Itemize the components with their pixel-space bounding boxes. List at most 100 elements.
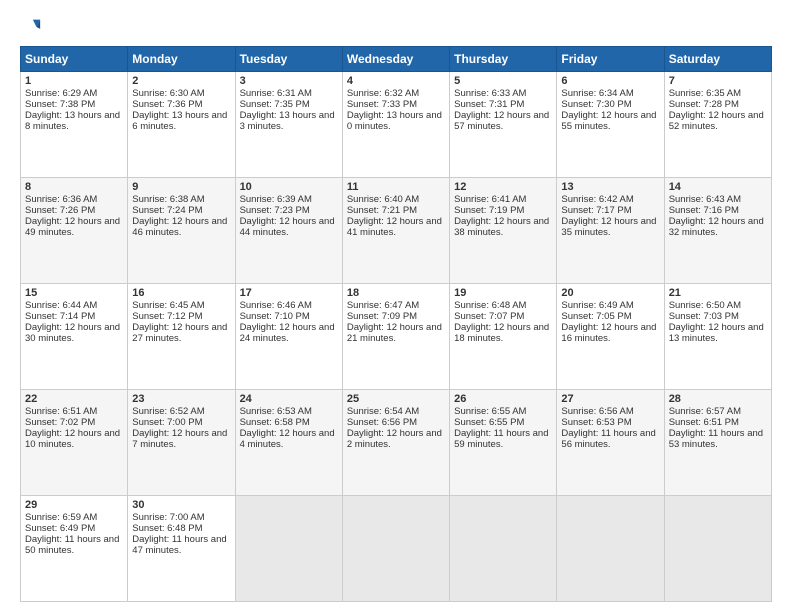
day-info: Sunset: 7:07 PM	[454, 311, 552, 322]
day-info: Daylight: 11 hours and 47 minutes.	[132, 534, 230, 556]
day-number: 14	[669, 181, 767, 193]
calendar-cell: 24Sunrise: 6:53 AMSunset: 6:58 PMDayligh…	[235, 390, 342, 496]
day-info: Sunrise: 6:38 AM	[132, 194, 230, 205]
day-number: 5	[454, 75, 552, 87]
day-info: Daylight: 12 hours and 16 minutes.	[561, 322, 659, 344]
calendar-cell: 28Sunrise: 6:57 AMSunset: 6:51 PMDayligh…	[664, 390, 771, 496]
day-info: Sunset: 7:17 PM	[561, 205, 659, 216]
day-info: Sunset: 7:03 PM	[669, 311, 767, 322]
day-info: Daylight: 11 hours and 56 minutes.	[561, 428, 659, 450]
day-info: Daylight: 12 hours and 41 minutes.	[347, 216, 445, 238]
day-info: Daylight: 12 hours and 46 minutes.	[132, 216, 230, 238]
day-info: Sunset: 7:36 PM	[132, 99, 230, 110]
calendar-cell: 7Sunrise: 6:35 AMSunset: 7:28 PMDaylight…	[664, 72, 771, 178]
day-info: Daylight: 12 hours and 21 minutes.	[347, 322, 445, 344]
day-info: Sunset: 7:10 PM	[240, 311, 338, 322]
calendar-week-row: 8Sunrise: 6:36 AMSunset: 7:26 PMDaylight…	[21, 178, 772, 284]
calendar-cell: 18Sunrise: 6:47 AMSunset: 7:09 PMDayligh…	[342, 284, 449, 390]
calendar-cell: 1Sunrise: 6:29 AMSunset: 7:38 PMDaylight…	[21, 72, 128, 178]
day-info: Sunrise: 7:00 AM	[132, 512, 230, 523]
day-info: Daylight: 12 hours and 13 minutes.	[669, 322, 767, 344]
day-info: Daylight: 13 hours and 6 minutes.	[132, 110, 230, 132]
day-info: Sunrise: 6:48 AM	[454, 300, 552, 311]
page: SundayMondayTuesdayWednesdayThursdayFrid…	[0, 0, 792, 612]
calendar-cell: 26Sunrise: 6:55 AMSunset: 6:55 PMDayligh…	[450, 390, 557, 496]
day-info: Daylight: 12 hours and 57 minutes.	[454, 110, 552, 132]
day-info: Sunset: 7:21 PM	[347, 205, 445, 216]
day-number: 29	[25, 499, 123, 511]
logo-icon	[20, 16, 42, 38]
day-number: 30	[132, 499, 230, 511]
calendar-cell: 15Sunrise: 6:44 AMSunset: 7:14 PMDayligh…	[21, 284, 128, 390]
calendar-table: SundayMondayTuesdayWednesdayThursdayFrid…	[20, 46, 772, 602]
day-number: 19	[454, 287, 552, 299]
day-info: Daylight: 11 hours and 53 minutes.	[669, 428, 767, 450]
day-header-thursday: Thursday	[450, 47, 557, 72]
day-info: Daylight: 12 hours and 32 minutes.	[669, 216, 767, 238]
day-number: 12	[454, 181, 552, 193]
day-info: Sunrise: 6:54 AM	[347, 406, 445, 417]
day-info: Sunrise: 6:55 AM	[454, 406, 552, 417]
calendar-cell: 23Sunrise: 6:52 AMSunset: 7:00 PMDayligh…	[128, 390, 235, 496]
logo	[20, 16, 44, 38]
day-info: Sunset: 6:53 PM	[561, 417, 659, 428]
calendar-body: 1Sunrise: 6:29 AMSunset: 7:38 PMDaylight…	[21, 72, 772, 602]
day-info: Daylight: 12 hours and 38 minutes.	[454, 216, 552, 238]
day-info: Sunrise: 6:46 AM	[240, 300, 338, 311]
day-number: 6	[561, 75, 659, 87]
day-info: Daylight: 13 hours and 0 minutes.	[347, 110, 445, 132]
day-info: Sunrise: 6:43 AM	[669, 194, 767, 205]
day-info: Sunrise: 6:32 AM	[347, 88, 445, 99]
day-info: Sunset: 7:19 PM	[454, 205, 552, 216]
day-info: Sunrise: 6:44 AM	[25, 300, 123, 311]
day-info: Daylight: 12 hours and 2 minutes.	[347, 428, 445, 450]
day-number: 10	[240, 181, 338, 193]
day-number: 11	[347, 181, 445, 193]
day-number: 26	[454, 393, 552, 405]
calendar-cell	[342, 496, 449, 602]
day-header-saturday: Saturday	[664, 47, 771, 72]
day-header-wednesday: Wednesday	[342, 47, 449, 72]
day-number: 1	[25, 75, 123, 87]
day-info: Sunrise: 6:31 AM	[240, 88, 338, 99]
day-info: Sunrise: 6:41 AM	[454, 194, 552, 205]
day-header-sunday: Sunday	[21, 47, 128, 72]
day-number: 28	[669, 393, 767, 405]
day-header-tuesday: Tuesday	[235, 47, 342, 72]
day-info: Daylight: 11 hours and 50 minutes.	[25, 534, 123, 556]
day-info: Sunset: 7:23 PM	[240, 205, 338, 216]
day-number: 21	[669, 287, 767, 299]
calendar-cell: 6Sunrise: 6:34 AMSunset: 7:30 PMDaylight…	[557, 72, 664, 178]
day-info: Sunset: 7:26 PM	[25, 205, 123, 216]
day-number: 2	[132, 75, 230, 87]
day-info: Sunrise: 6:34 AM	[561, 88, 659, 99]
day-number: 18	[347, 287, 445, 299]
day-info: Daylight: 12 hours and 52 minutes.	[669, 110, 767, 132]
calendar-cell	[664, 496, 771, 602]
day-header-friday: Friday	[557, 47, 664, 72]
day-number: 8	[25, 181, 123, 193]
day-number: 16	[132, 287, 230, 299]
day-info: Sunset: 7:00 PM	[132, 417, 230, 428]
day-info: Sunrise: 6:33 AM	[454, 88, 552, 99]
day-info: Sunrise: 6:47 AM	[347, 300, 445, 311]
day-info: Sunset: 7:24 PM	[132, 205, 230, 216]
day-number: 7	[669, 75, 767, 87]
calendar-cell: 21Sunrise: 6:50 AMSunset: 7:03 PMDayligh…	[664, 284, 771, 390]
day-info: Sunrise: 6:45 AM	[132, 300, 230, 311]
day-info: Sunset: 6:48 PM	[132, 523, 230, 534]
calendar-cell: 25Sunrise: 6:54 AMSunset: 6:56 PMDayligh…	[342, 390, 449, 496]
day-info: Sunset: 7:28 PM	[669, 99, 767, 110]
day-info: Daylight: 12 hours and 27 minutes.	[132, 322, 230, 344]
day-info: Sunrise: 6:42 AM	[561, 194, 659, 205]
calendar-week-row: 1Sunrise: 6:29 AMSunset: 7:38 PMDaylight…	[21, 72, 772, 178]
day-number: 13	[561, 181, 659, 193]
calendar-week-row: 29Sunrise: 6:59 AMSunset: 6:49 PMDayligh…	[21, 496, 772, 602]
day-info: Sunset: 7:38 PM	[25, 99, 123, 110]
day-info: Sunset: 7:31 PM	[454, 99, 552, 110]
day-info: Sunrise: 6:51 AM	[25, 406, 123, 417]
calendar-cell: 5Sunrise: 6:33 AMSunset: 7:31 PMDaylight…	[450, 72, 557, 178]
day-info: Daylight: 12 hours and 10 minutes.	[25, 428, 123, 450]
day-info: Daylight: 12 hours and 18 minutes.	[454, 322, 552, 344]
day-info: Sunrise: 6:50 AM	[669, 300, 767, 311]
